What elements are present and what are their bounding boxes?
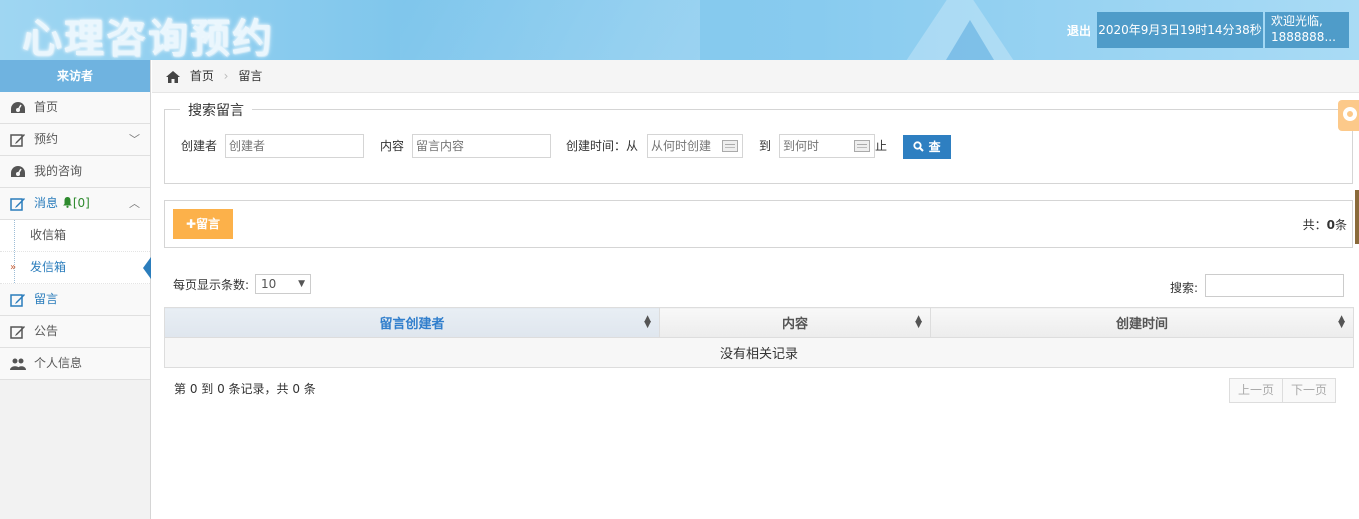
sidebar-item-messages[interactable]: 消息 [0] ︿: [0, 188, 150, 220]
sidebar-title: 来访者: [0, 60, 150, 92]
add-message-button[interactable]: ✚留言: [173, 209, 233, 239]
empty-message: 没有相关记录: [164, 337, 1354, 368]
column-label: 内容: [781, 317, 808, 332]
messages-table: 留言创建者 ▲ ▼ 内容 ▲ ▼ 创建时间 ▲ ▼ 没有相关记录: [164, 307, 1354, 368]
sidebar-item-home[interactable]: 首页: [0, 92, 150, 124]
breadcrumb-current: 留言: [238, 69, 263, 83]
gear-icon: [1343, 107, 1357, 121]
edit-icon: [10, 294, 25, 307]
prev-page-button[interactable]: 上一页: [1229, 378, 1284, 403]
add-button-label: 留言: [196, 217, 221, 231]
sidebar-item-label: 首页: [34, 100, 59, 114]
column-header-create-time[interactable]: 创建时间 ▲ ▼: [930, 307, 1354, 338]
sidebar-item-appointment[interactable]: 预约 ﹀: [0, 124, 150, 156]
users-icon: [10, 358, 26, 370]
app-logo: 心理咨询预约: [22, 16, 274, 60]
total-count: 共：0条: [1303, 216, 1347, 233]
chevron-down-icon: ﹀: [129, 133, 140, 146]
total-suffix: 条: [1334, 218, 1347, 232]
breadcrumb-separator: ›: [223, 69, 229, 83]
active-indicator: [143, 257, 151, 279]
table-row: 没有相关记录: [164, 337, 1354, 368]
dashboard-icon: [11, 166, 25, 177]
column-header-content[interactable]: 内容 ▲ ▼: [659, 307, 931, 338]
sidebar-item-label: 收信箱: [30, 228, 67, 242]
user-welcome[interactable]: 欢迎光临, 1888888...: [1265, 12, 1349, 48]
edit-icon: [10, 326, 25, 339]
total-prefix: 共：: [1302, 218, 1327, 232]
column-header-creator[interactable]: 留言创建者 ▲ ▼: [164, 307, 660, 338]
sidebar-item-profile[interactable]: 个人信息: [0, 348, 150, 380]
search-panel-title: 搜索留言: [180, 100, 252, 120]
pagination: 上一页 下一页: [1229, 378, 1337, 403]
logout-link[interactable]: 退出: [1062, 15, 1096, 47]
sidebar-item-my-consultation[interactable]: 我的咨询: [0, 156, 150, 188]
settings-toggle[interactable]: [1338, 100, 1359, 131]
creator-label: 创建者: [181, 139, 218, 153]
breadcrumb-home-link[interactable]: 首页: [190, 69, 214, 83]
header-bar: 心理咨询预约 退出 2020年9月3日19时14分38秒 欢迎光临, 18888…: [0, 0, 1359, 60]
sort-icon: ▲ ▼: [1338, 314, 1345, 330]
breadcrumb: 首页 › 留言: [152, 60, 1359, 93]
table-search-input[interactable]: [1205, 274, 1344, 297]
sidebar-item-label: 公告: [34, 324, 59, 338]
next-page-button[interactable]: 下一页: [1283, 378, 1337, 403]
sidebar: 来访者 首页 预约 ﹀ 我的咨询 消息 [0] ︿ 收信箱 » 发信箱 留言 公…: [0, 60, 151, 519]
action-bar: [164, 200, 1353, 248]
sort-icon: ▲ ▼: [644, 314, 651, 330]
message-count-badge: [0]: [72, 196, 90, 210]
sidebar-item-label: 我的咨询: [34, 164, 83, 178]
to-label: 到: [759, 139, 772, 153]
total-value: 0: [1326, 218, 1335, 232]
calendar-icon[interactable]: [854, 140, 870, 152]
bell-icon: [62, 197, 72, 208]
page-size-label: 每页显示条数:: [173, 278, 250, 292]
content-label: 内容: [380, 139, 405, 153]
chevron-up-icon: ︿: [129, 197, 140, 210]
calendar-icon[interactable]: [722, 140, 738, 152]
sidebar-item-guestbook[interactable]: 留言: [0, 284, 150, 316]
table-info: 第 0 到 0 条记录，共 0 条: [174, 382, 316, 396]
side-handle[interactable]: [1355, 190, 1359, 244]
edit-icon: [10, 134, 25, 147]
search-icon: [913, 141, 925, 152]
edit-icon: [10, 198, 25, 211]
content-input[interactable]: [412, 134, 551, 158]
current-datetime: 2020年9月3日19时14分38秒: [1097, 12, 1263, 48]
dashboard-icon: [11, 102, 25, 113]
sidebar-item-label: 发信箱: [30, 260, 67, 274]
sort-icon: ▲ ▼: [915, 314, 922, 330]
double-angle-right-icon: »: [10, 262, 17, 273]
welcome-text: 欢迎光临,: [1271, 14, 1323, 28]
sidebar-item-inbox[interactable]: 收信箱: [0, 220, 150, 252]
header-decoration: [940, 20, 1000, 60]
header-decoration: [400, 0, 700, 60]
sidebar-item-outbox[interactable]: » 发信箱: [0, 252, 151, 284]
table-search-label: 搜索:: [1170, 281, 1199, 295]
sidebar-item-label: 预约: [34, 132, 59, 146]
page-size-select[interactable]: 10 ▼: [255, 274, 311, 294]
column-label: 创建时间: [1115, 317, 1168, 332]
search-button-label: 查: [928, 140, 941, 154]
sidebar-item-label: 留言: [34, 292, 59, 306]
sidebar-item-announcement[interactable]: 公告: [0, 316, 150, 348]
page-size-value: 10: [261, 277, 277, 291]
search-button[interactable]: 查: [903, 135, 951, 159]
plus-icon: ✚: [185, 217, 197, 231]
sidebar-item-label: 个人信息: [34, 356, 83, 370]
column-label: 留言创建者: [379, 317, 445, 332]
sidebar-item-label: 消息: [34, 196, 59, 210]
creator-input[interactable]: [225, 134, 364, 158]
home-icon: [166, 70, 180, 83]
end-label: 止: [875, 139, 888, 153]
caret-down-icon: ▼: [298, 279, 305, 289]
username: 1888888...: [1271, 30, 1336, 44]
create-time-label: 创建时间：从: [566, 139, 639, 153]
